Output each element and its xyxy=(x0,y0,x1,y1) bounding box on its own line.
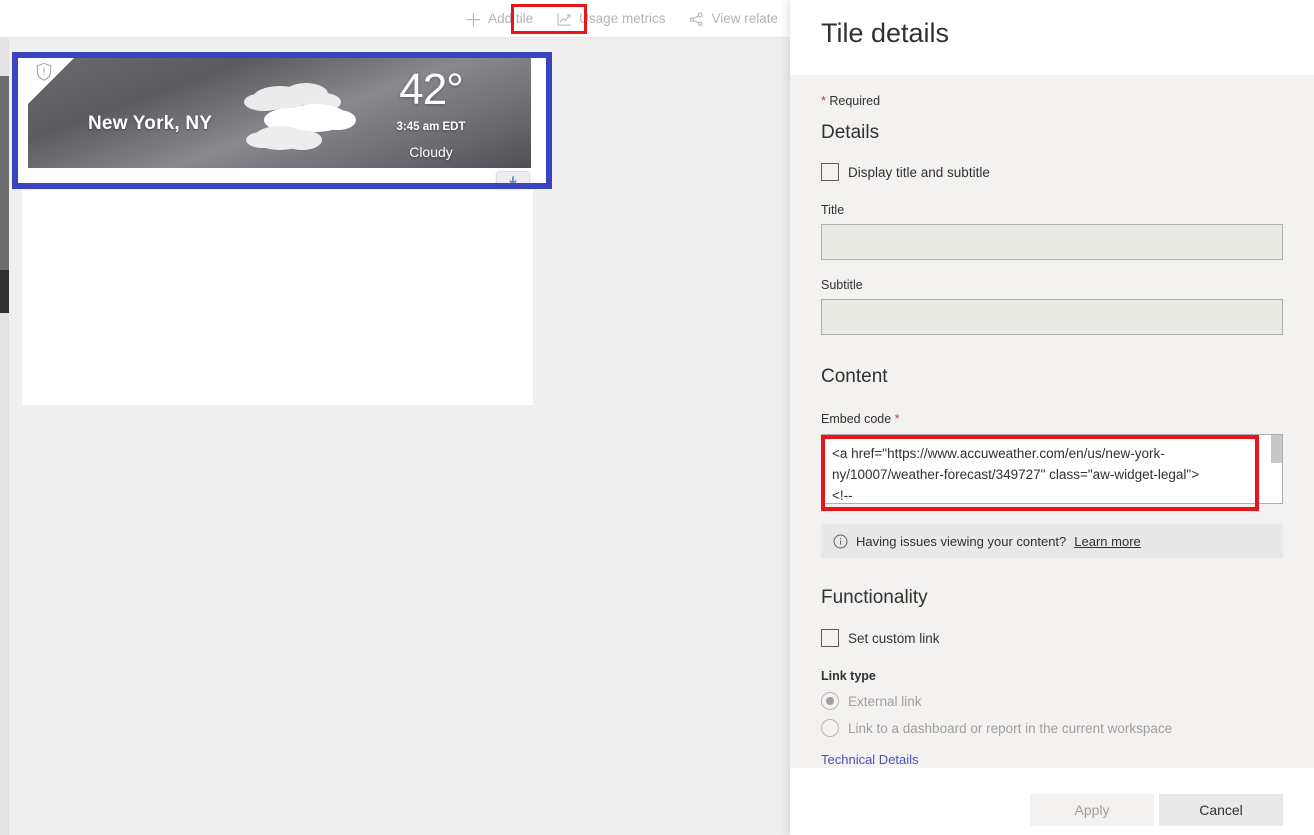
technical-details-link[interactable]: Technical Details xyxy=(821,752,1283,767)
view-related-icon xyxy=(690,11,704,26)
cloud-icon xyxy=(244,83,356,150)
footer-buttons: Apply Cancel xyxy=(1030,794,1283,826)
weather-widget[interactable]: New York, NY 42° 3:45 am EDT Cloudy xyxy=(28,58,531,168)
page-scrollbar-thumb[interactable] xyxy=(0,270,9,313)
toolbar-actions: Add tile Usage metrics View relate xyxy=(454,0,790,38)
functionality-heading: Functionality xyxy=(821,587,928,608)
dashboard-tile-selected[interactable]: New York, NY 42° 3:45 am EDT Cloudy xyxy=(12,52,552,189)
cancel-button[interactable]: Cancel xyxy=(1159,794,1283,826)
page-scrollbar[interactable] xyxy=(0,38,9,835)
tile-details-panel: Tile details * Required Details Display … xyxy=(790,0,1314,835)
details-heading: Details xyxy=(821,122,880,143)
weather-readout: 42° 3:45 am EDT Cloudy xyxy=(361,65,501,161)
add-tile-label: Add tile xyxy=(488,11,534,27)
workspace-link-radio[interactable] xyxy=(821,719,839,737)
view-related-label: View relate xyxy=(711,11,778,27)
link-type-option-external[interactable]: External link xyxy=(821,692,1283,710)
page-scrollbar-track-upper xyxy=(0,76,9,270)
title-input[interactable] xyxy=(821,224,1283,260)
embed-code-field-label: Embed code * xyxy=(821,412,1283,426)
usage-metrics-button[interactable]: Usage metrics xyxy=(545,0,677,38)
display-title-subtitle-checkbox[interactable] xyxy=(821,163,839,181)
download-icon xyxy=(509,176,517,183)
info-bar-text: Having issues viewing your content? xyxy=(856,533,1067,549)
workspace-link-label: Link to a dashboard or report in the cur… xyxy=(848,720,1173,736)
display-title-subtitle-checkbox-row[interactable]: Display title and subtitle xyxy=(821,163,1283,181)
title-field-label: Title xyxy=(821,203,845,217)
info-icon xyxy=(833,534,848,548)
embed-code-label-text: Embed code xyxy=(821,412,892,426)
required-note-label: Required xyxy=(829,94,881,108)
panel-header: Tile details xyxy=(790,0,1314,75)
embed-code-scrollbar-thumb[interactable] xyxy=(1271,435,1282,463)
plus-icon xyxy=(467,12,481,26)
shield-warning-icon xyxy=(35,62,53,82)
apply-button[interactable]: Apply xyxy=(1030,794,1154,826)
usage-metrics-icon xyxy=(557,12,572,26)
embed-code-textarea[interactable]: <a href="https://www.accuweather.com/en/… xyxy=(821,434,1283,504)
subtitle-input[interactable] xyxy=(821,299,1283,335)
weather-city-label: New York, NY xyxy=(88,113,213,134)
tile-download-button[interactable] xyxy=(496,171,530,183)
weather-time: 3:45 am EDT xyxy=(396,121,466,133)
subtitle-field-label: Subtitle xyxy=(821,278,863,292)
link-type-label: Link type xyxy=(821,669,876,683)
weather-temperature: 42° xyxy=(399,65,464,114)
embed-code-required-asterisk: * xyxy=(894,412,900,426)
content-heading: Content xyxy=(821,366,888,387)
info-bar: Having issues viewing your content? Lear… xyxy=(821,524,1283,558)
usage-metrics-label: Usage metrics xyxy=(579,11,666,27)
external-link-label: External link xyxy=(848,693,922,709)
tile-inner: New York, NY 42° 3:45 am EDT Cloudy xyxy=(18,58,546,183)
display-title-subtitle-label: Display title and subtitle xyxy=(848,164,990,180)
panel-body: * Required Details Display title and sub… xyxy=(790,75,1314,768)
set-custom-link-checkbox-row[interactable]: Set custom link xyxy=(821,629,1283,647)
required-asterisk: * xyxy=(821,94,826,108)
add-tile-button[interactable]: Add tile xyxy=(454,0,545,38)
dashboard-toolbar: Add tile Usage metrics View relate xyxy=(0,0,790,38)
embed-code-scrollbar[interactable] xyxy=(1271,435,1282,503)
set-custom-link-label: Set custom link xyxy=(848,630,940,646)
external-link-radio[interactable] xyxy=(821,692,839,710)
panel-footer: Apply Cancel xyxy=(790,768,1314,835)
tile-content-panel xyxy=(22,190,533,405)
panel-title: Tile details xyxy=(821,18,950,48)
learn-more-link[interactable]: Learn more xyxy=(1074,534,1140,549)
view-related-button[interactable]: View relate xyxy=(677,0,790,38)
embed-code-area-wrapper: <a href="https://www.accuweather.com/en/… xyxy=(821,434,1283,511)
set-custom-link-checkbox[interactable] xyxy=(821,629,839,647)
dashboard-area: Add tile Usage metrics View relate New Y… xyxy=(0,0,790,835)
link-type-option-workspace[interactable]: Link to a dashboard or report in the cur… xyxy=(821,719,1283,737)
required-note: * Required xyxy=(821,75,1283,108)
weather-condition: Cloudy xyxy=(409,144,453,160)
